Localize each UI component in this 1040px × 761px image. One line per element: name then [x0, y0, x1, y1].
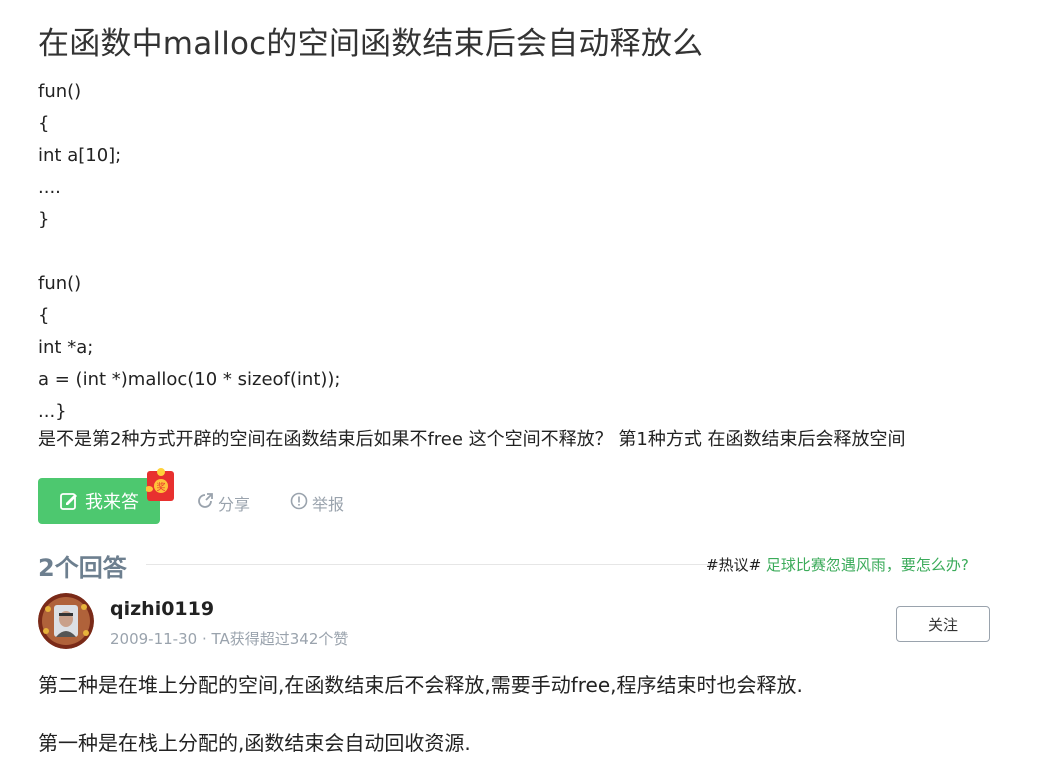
- hot-topic-link[interactable]: 足球比赛忽遇风雨，要怎么办?: [766, 556, 969, 574]
- edit-icon: [59, 491, 79, 511]
- divider: [146, 564, 728, 565]
- answers-header: 2个回答 #热议# 足球比赛忽遇风雨，要怎么办?: [38, 546, 988, 582]
- answer-content: 第二种是在堆上分配的空间,在函数结束后不会释放,需要手动free,程序结束时也会…: [38, 670, 998, 758]
- code-line: int *a;: [38, 337, 94, 358]
- code-line: }: [38, 209, 50, 230]
- report-link[interactable]: 举报: [290, 491, 344, 515]
- code-line: {: [38, 113, 50, 134]
- red-packet-icon[interactable]: 奖: [145, 467, 176, 503]
- answer-paragraph: 第二种是在堆上分配的空间,在函数结束后不会释放,需要手动free,程序结束时也会…: [38, 673, 803, 697]
- answer-meta: 2009-11-30 · TA获得超过342个赞: [110, 630, 349, 648]
- question-actions: 我来答 奖 分享 举报: [38, 468, 738, 524]
- report-label: 举报: [312, 495, 345, 514]
- question-tail-text: 是不是第2种方式开辟的空间在函数结束后如果不free 这个空间不释放？ 第1种方…: [38, 429, 906, 450]
- share-icon: [196, 492, 214, 514]
- hot-topic-tag: #热议#: [706, 556, 762, 574]
- answer-button[interactable]: 我来答: [38, 478, 160, 524]
- follow-button[interactable]: 关注: [896, 606, 990, 642]
- code-line: {: [38, 305, 50, 326]
- answer-count: 2个回答: [38, 554, 127, 582]
- code-line: fun(): [38, 81, 82, 102]
- code-line: ...}: [38, 401, 67, 422]
- hot-topic: #热议# 足球比赛忽遇风雨，要怎么办?: [706, 554, 969, 575]
- share-label: 分享: [218, 495, 251, 514]
- code-line: fun(): [38, 273, 82, 294]
- question-body: fun() { int a[10]; .... } fun() { int *a…: [38, 76, 998, 452]
- avatar[interactable]: [38, 593, 94, 649]
- code-line: a = (int *)malloc(10 * sizeof(int));: [38, 369, 341, 390]
- share-link[interactable]: 分享: [196, 491, 250, 515]
- answer-button-label: 我来答: [85, 492, 139, 513]
- warning-icon: [290, 492, 308, 514]
- code-line: ....: [38, 177, 61, 198]
- code-line: int a[10];: [38, 145, 122, 166]
- answer-paragraph: 第一种是在栈上分配的,函数结束会自动回收资源.: [38, 731, 471, 755]
- answer-username[interactable]: qizhi0119: [110, 598, 214, 620]
- question-title: 在函数中malloc的空间函数结束后会自动释放么: [38, 26, 704, 62]
- red-packet-label: 奖: [156, 481, 165, 493]
